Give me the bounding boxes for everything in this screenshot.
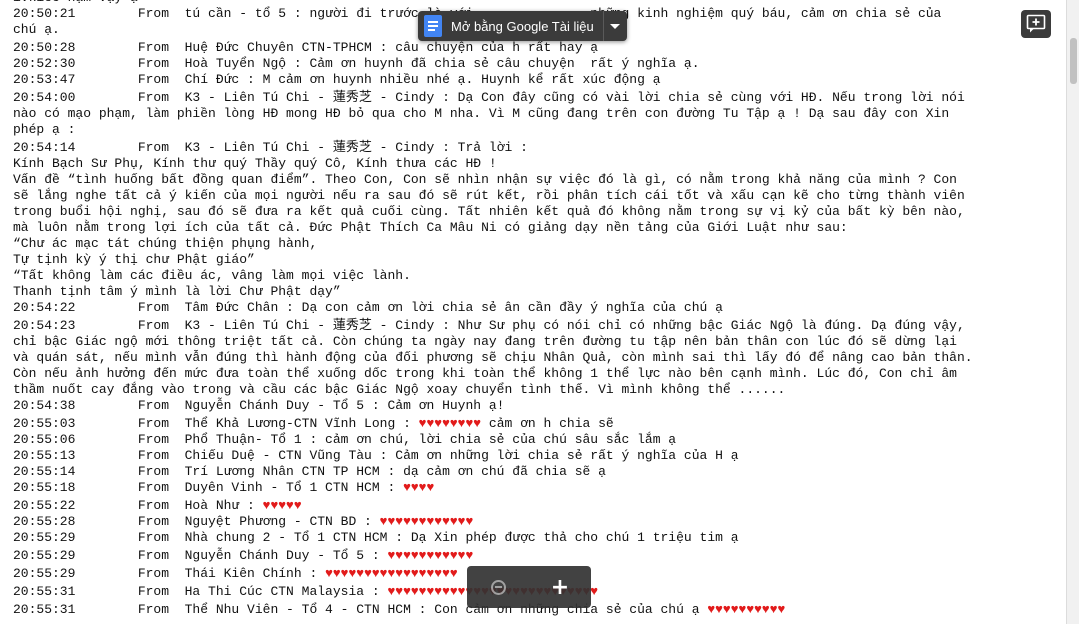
transcript-line: mà luôn nằm trong lợi ích của tất cả. Đứ… [13, 220, 1053, 236]
line-text: phép ạ : [13, 122, 76, 137]
line-text: 20:54:14 From K3 - Liên Tú Chi - 蓮秀芝 - C… [13, 140, 528, 155]
transcript-line: 20:55:29 From Nguyễn Chánh Duy - Tổ 5 : … [13, 548, 1053, 564]
transcript-line: 20:55:13 From Chiếu Duệ - CTN Vũng Tàu :… [13, 448, 1053, 464]
transcript-line: 20:54:00 From K3 - Liên Tú Chi - 蓮秀芝 - C… [13, 90, 1053, 106]
transcript-line: 20:50:28 From Huệ Đức Chuyên CTN-TPHCM :… [13, 40, 1053, 56]
line-text: và quán sát, nếu mình vẫn đúng thì hành … [13, 350, 973, 365]
open-with-dropdown-button[interactable] [602, 11, 627, 41]
pdf-viewer: ivkiếc nạm vậy ạ20:50:21 From tú cần - t… [0, 0, 1079, 624]
transcript-line: 20:55:22 From Hoà Như : ♥♥♥♥♥ [13, 498, 1053, 514]
line-text: 20:55:29 From Nguyễn Chánh Duy - Tổ 5 : [13, 548, 388, 563]
transcript-line: 20:53:47 From Chí Đức : M cảm ơn huynh n… [13, 72, 1053, 88]
open-with-google-docs-button[interactable]: Mở bằng Google Tài liệu [418, 11, 603, 41]
add-comment-button[interactable] [1021, 10, 1051, 38]
caret-down-icon [610, 23, 621, 29]
open-with-label: Mở bằng Google Tài liệu [451, 18, 594, 34]
line-text: mà luôn nằm trong lợi ích của tất cả. Đứ… [13, 220, 848, 235]
line-text: Còn nếu ảnh hưởng đến mức đưa toàn thể x… [13, 366, 957, 381]
line-text: 20:50:28 From Huệ Đức Chuyên CTN-TPHCM :… [13, 40, 599, 55]
line-text: “Tất không làm các điều ác, vâng làm mọi… [13, 268, 411, 283]
line-text: 20:53:47 From Chí Đức : M cảm ơn huynh n… [13, 72, 661, 87]
scrollbar[interactable] [1066, 0, 1079, 624]
line-text: cảm ơn h chia sẽ [481, 416, 614, 431]
heart-icons: ♥♥♥♥♥♥♥♥♥♥ [707, 602, 786, 617]
transcript-line: và quán sát, nếu mình vẫn đúng thì hành … [13, 350, 1053, 366]
transcript-line: chỉ bậc Giác ngộ mới thông triệt tất cả.… [13, 334, 1053, 350]
line-text: sẽ lắng nghe tất cả ý kiến của mọi người… [13, 188, 965, 203]
line-text: chỉ bậc Giác ngộ mới thông triệt tất cả.… [13, 334, 957, 349]
line-text: 20:54:23 From K3 - Liên Tú Chi - 蓮秀芝 - C… [13, 318, 965, 333]
line-text: ivkiếc nạm vậy ạ [13, 0, 138, 5]
transcript-line: 20:54:23 From K3 - Liên Tú Chi - 蓮秀芝 - C… [13, 318, 1053, 334]
line-text: 20:55:31 From Thể Nhu Viên - Tổ 4 - CTN … [13, 602, 708, 617]
transcript-line: trong buổi hội nghị, sau đó sẽ đưa ra kế… [13, 204, 1053, 220]
line-text: 20:55:03 From Thể Khả Lương-CTN Vĩnh Lon… [13, 416, 419, 431]
line-text: Tự tịnh kỳ ý thị chư Phật giáo” [13, 252, 255, 267]
line-text: “Chư ác mạc tát chúng thiện phụng hành, [13, 236, 318, 251]
line-text: 20:55:13 From Chiếu Duệ - CTN Vũng Tàu :… [13, 448, 739, 463]
line-text: 20:52:30 From Hoà Tuyển Ngộ : Cảm ơn huy… [13, 56, 700, 71]
transcript-line: 20:55:29 From Nhà chung 2 - Tổ 1 CTN HCM… [13, 530, 1053, 546]
line-text: 20:55:22 From Hoà Như : [13, 498, 263, 513]
line-text: 20:54:22 From Tâm Đức Chân : Dạ con cảm … [13, 300, 723, 315]
heart-icons: ♥♥♥♥♥♥♥♥♥♥♥ [387, 548, 474, 563]
heart-icons: ♥♥♥♥♥♥♥♥ [418, 416, 482, 431]
document-page: ivkiếc nạm vậy ạ20:50:21 From tú cần - t… [0, 0, 1066, 624]
line-text: 20:55:31 From Ha Thi Cúc CTN Malaysia : [13, 584, 388, 599]
transcript-line: phép ạ : [13, 122, 1053, 138]
line-text: thầm nuốt cay đắng vào trong và cầu các … [13, 382, 786, 397]
chat-transcript: ivkiếc nạm vậy ạ20:50:21 From tú cần - t… [13, 0, 1053, 618]
transcript-line: nào có mạo phạm, làm phiền lòng HĐ mong … [13, 106, 1053, 122]
transcript-line: 20:55:06 From Phổ Thuận- Tổ 1 : cảm ơn c… [13, 432, 1053, 448]
heart-icons: ♥♥♥♥♥♥♥♥♥♥♥♥♥♥♥♥♥ [325, 566, 458, 581]
scrollbar-thumb[interactable] [1070, 38, 1077, 84]
line-text: 20:55:14 From Trí Lương Nhân CTN TP HCM … [13, 464, 606, 479]
zoom-in-icon: + [550, 574, 570, 600]
zoom-out-icon [490, 579, 506, 595]
zoom-in-button[interactable]: + [545, 572, 575, 602]
transcript-line: Kính Bạch Sư Phụ, Kính thư quý Thầy quý … [13, 156, 1053, 172]
line-text: 20:55:28 From Nguyệt Phương - CTN BD : [13, 514, 380, 529]
line-text: nào có mạo phạm, làm phiền lòng HĐ mong … [13, 106, 950, 121]
line-text: Kính Bạch Sư Phụ, Kính thư quý Thầy quý … [13, 156, 497, 171]
line-text: chú ạ. [13, 22, 60, 37]
add-comment-icon [1026, 14, 1046, 33]
transcript-line: 20:54:38 From Nguyễn Chánh Duy - Tổ 5 : … [13, 398, 1053, 414]
line-text: Thanh tịnh tâm ý mình là lời Chư Phật dạ… [13, 284, 341, 299]
transcript-line: Thanh tịnh tâm ý mình là lời Chư Phật dạ… [13, 284, 1053, 300]
transcript-line: 20:54:14 From K3 - Liên Tú Chi - 蓮秀芝 - C… [13, 140, 1053, 156]
transcript-line: 20:55:14 From Trí Lương Nhân CTN TP HCM … [13, 464, 1053, 480]
transcript-line: 20:55:18 From Duyên Vinh - Tổ 1 CTN HCM … [13, 480, 1053, 496]
transcript-line: 20:52:30 From Hoà Tuyển Ngộ : Cảm ơn huy… [13, 56, 1053, 72]
line-text: 20:55:29 From Nhà chung 2 - Tổ 1 CTN HCM… [13, 530, 739, 545]
heart-icons: ♥♥♥♥♥♥♥♥♥♥♥♥ [379, 514, 474, 529]
transcript-line: sẽ lắng nghe tất cả ý kiến của mọi người… [13, 188, 1053, 204]
heart-icons: ♥♥♥♥ [403, 480, 435, 495]
line-text: 20:55:18 From Duyên Vinh - Tổ 1 CTN HCM … [13, 480, 404, 495]
line-text: 20:54:38 From Nguyễn Chánh Duy - Tổ 5 : … [13, 398, 505, 413]
transcript-line: “Tất không làm các điều ác, vâng làm mọi… [13, 268, 1053, 284]
line-text: 20:55:06 From Phổ Thuận- Tổ 1 : cảm ơn c… [13, 432, 677, 447]
line-text: Vấn đề “tình huống bất đồng quan điểm”. … [13, 172, 957, 187]
transcript-line: thầm nuốt cay đắng vào trong và cầu các … [13, 382, 1053, 398]
line-text: trong buổi hội nghị, sau đó sẽ đưa ra kế… [13, 204, 965, 219]
transcript-line: Còn nếu ảnh hưởng đến mức đưa toàn thể x… [13, 366, 1053, 382]
google-docs-icon [424, 15, 442, 37]
zoom-out-button[interactable] [483, 572, 513, 602]
transcript-line: 20:54:22 From Tâm Đức Chân : Dạ con cảm … [13, 300, 1053, 316]
transcript-line: 20:55:03 From Thể Khả Lương-CTN Vĩnh Lon… [13, 416, 1053, 432]
line-text: 20:55:29 From Thái Kiên Chính : [13, 566, 326, 581]
transcript-line: Vấn đề “tình huống bất đồng quan điểm”. … [13, 172, 1053, 188]
transcript-line: “Chư ác mạc tát chúng thiện phụng hành, [13, 236, 1053, 252]
heart-icons: ♥♥♥♥♥ [262, 498, 302, 513]
line-text: 20:54:00 From K3 - Liên Tú Chi - 蓮秀芝 - C… [13, 90, 965, 105]
transcript-line: Tự tịnh kỳ ý thị chư Phật giáo” [13, 252, 1053, 268]
open-with-docs-button-group[interactable]: Mở bằng Google Tài liệu [418, 11, 627, 41]
transcript-line: 20:55:28 From Nguyệt Phương - CTN BD : ♥… [13, 514, 1053, 530]
zoom-controls: + [467, 566, 591, 608]
